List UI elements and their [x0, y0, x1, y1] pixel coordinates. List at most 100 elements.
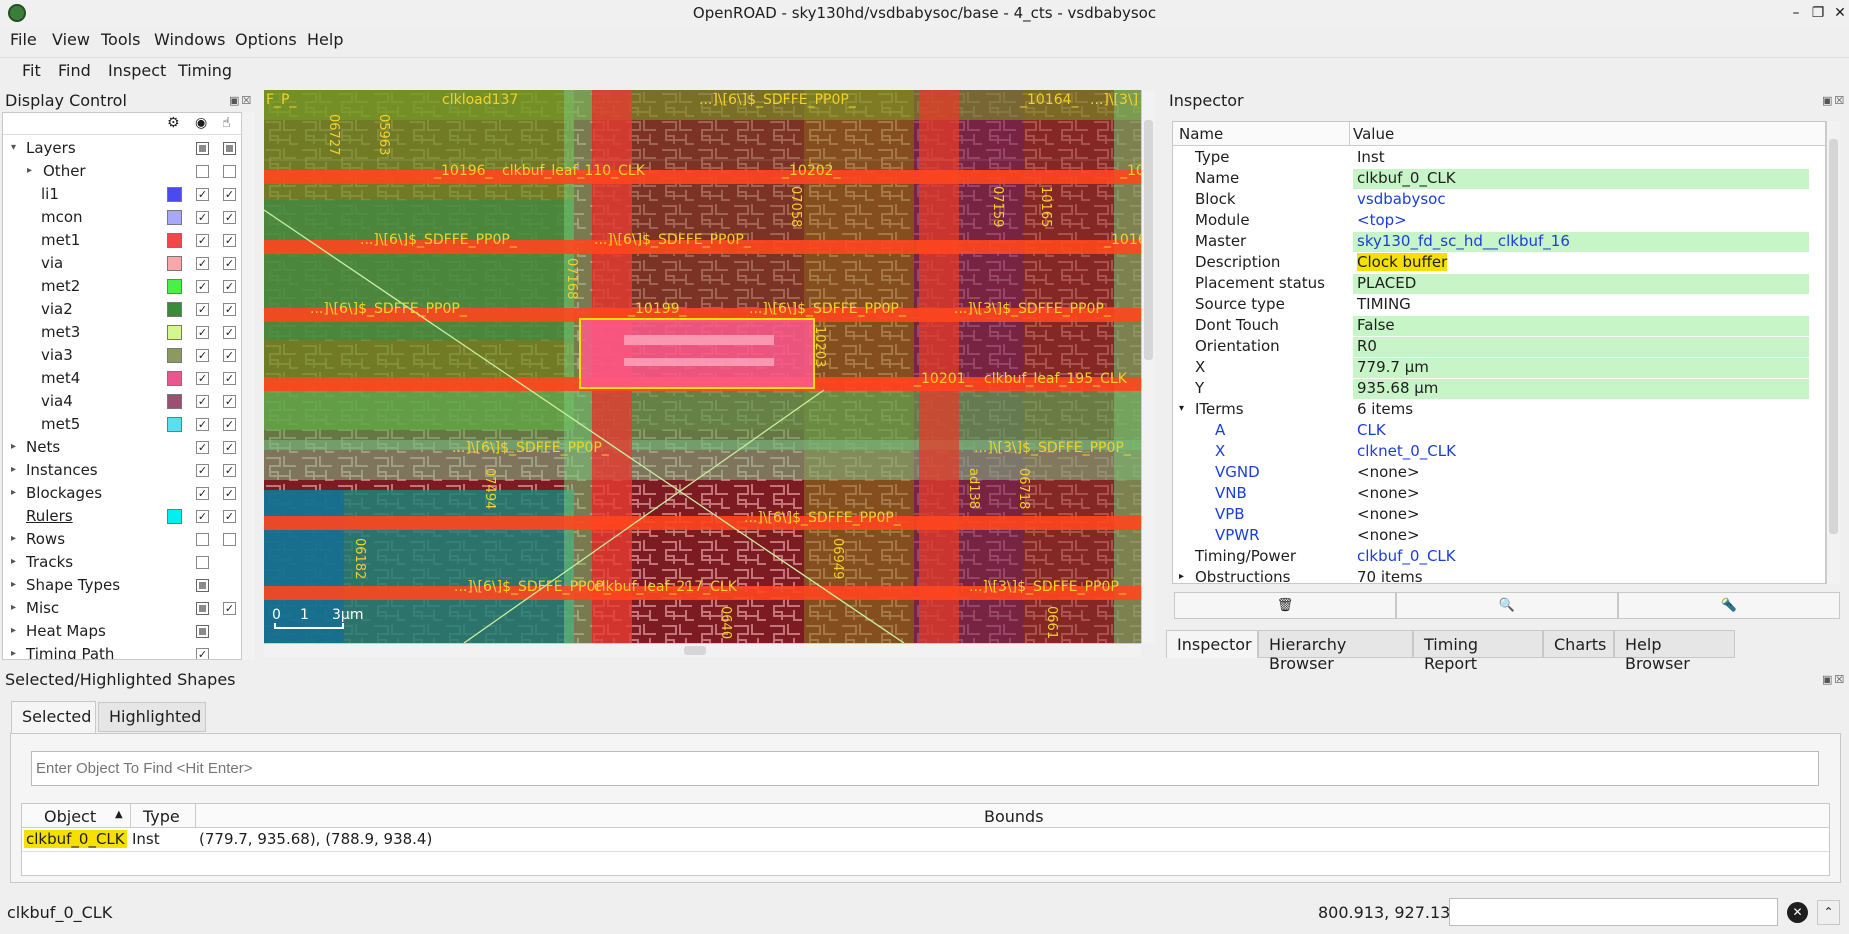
scrollbar-thumb[interactable] [684, 646, 706, 655]
visibility-checkbox[interactable] [196, 533, 209, 546]
visibility-checkbox[interactable] [196, 579, 209, 592]
inspector-row[interactable]: ▾ ITerms 6 items [1173, 399, 1825, 420]
layout-canvas[interactable] [264, 90, 1141, 643]
visibility-checkbox[interactable]: ✓ [196, 280, 209, 293]
inspector-row[interactable]: Master sky130_fd_sc_hd__clkbuf_16 [1173, 231, 1825, 252]
dock-float-close-icon[interactable]: ▣☒ [1822, 94, 1846, 107]
display-control-row[interactable]: via4 ✓ ✓ [3, 390, 247, 413]
display-control-row[interactable]: met5 ✓ ✓ [3, 413, 247, 436]
selectable-checkbox[interactable]: ✓ [223, 257, 236, 270]
restore-icon[interactable]: ❐ [1809, 4, 1827, 22]
display-control-row[interactable]: via ✓ ✓ [3, 252, 247, 275]
column-header-type[interactable]: Type [143, 807, 180, 826]
tab-highlighted[interactable]: Highlighted [98, 702, 206, 732]
display-control-row[interactable]: Rulers ✓ ✓ [3, 505, 247, 528]
find-button[interactable]: Find [58, 61, 91, 80]
selectable-checkbox[interactable] [223, 533, 236, 546]
display-control-row[interactable]: li1 ✓ ✓ [3, 183, 247, 206]
selectable-checkbox[interactable]: ✓ [223, 280, 236, 293]
visibility-checkbox[interactable]: ✓ [196, 257, 209, 270]
display-control-row[interactable]: via3 ✓ ✓ [3, 344, 247, 367]
inspect-button[interactable]: Inspect [108, 61, 166, 80]
column-header-object[interactable]: Object [44, 807, 96, 826]
fit-button[interactable]: Fit [22, 61, 41, 80]
close-icon[interactable]: ✕ [1831, 4, 1849, 22]
menu-tools[interactable]: Tools [101, 30, 140, 49]
menu-options[interactable]: Options [235, 30, 297, 49]
object-cell[interactable]: clkbuf_0_CLK [24, 830, 127, 848]
display-control-row[interactable]: ▸ Shape Types [3, 574, 247, 597]
selectable-checkbox[interactable]: ✓ [223, 372, 236, 385]
display-control-row[interactable]: met4 ✓ ✓ [3, 367, 247, 390]
selectable-checkbox[interactable]: ✓ [223, 464, 236, 477]
visibility-checkbox[interactable]: ✓ [196, 441, 209, 454]
expand-arrow-icon[interactable]: ▸ [11, 464, 16, 475]
inspector-row[interactable]: VNB <none> [1173, 483, 1825, 504]
delete-button[interactable]: 🗑 [1174, 592, 1396, 619]
property-value[interactable]: sky130_fd_sc_hd__clkbuf_16 [1353, 232, 1809, 252]
command-input[interactable] [1449, 898, 1778, 926]
inspector-scrollbar[interactable] [1826, 121, 1840, 584]
scrollbar-thumb[interactable] [1144, 120, 1153, 360]
layout-vertical-scrollbar[interactable] [1141, 90, 1155, 643]
display-control-row[interactable]: ▸ Tracks [3, 551, 247, 574]
expand-arrow-icon[interactable]: ▸ [11, 579, 16, 590]
visibility-checkbox[interactable]: ✓ [196, 303, 209, 316]
menu-help[interactable]: Help [307, 30, 343, 49]
selectable-checkbox[interactable]: ✓ [223, 326, 236, 339]
expand-arrow-icon[interactable]: ▸ [11, 441, 16, 452]
inspector-row[interactable]: Type Inst [1173, 147, 1825, 168]
inspector-row[interactable]: Dont Touch False [1173, 315, 1825, 336]
display-control-row[interactable]: ▸ Blockages ✓ ✓ [3, 482, 247, 505]
layer-color-swatch[interactable] [167, 394, 182, 409]
selectable-checkbox[interactable] [223, 142, 236, 155]
display-control-row[interactable]: ▾ Layers [3, 137, 247, 160]
expand-arrow-icon[interactable]: ▸ [11, 487, 16, 498]
collapse-arrow-icon[interactable]: ▾ [11, 142, 16, 153]
selectable-checkbox[interactable]: ✓ [223, 418, 236, 431]
visibility-checkbox[interactable]: ✓ [196, 211, 209, 224]
selectable-checkbox[interactable]: ✓ [223, 395, 236, 408]
menu-view[interactable]: View [52, 30, 90, 49]
selectable-checkbox[interactable]: ✓ [223, 602, 236, 615]
layer-color-swatch[interactable] [167, 371, 182, 386]
inspector-row[interactable]: VGND <none> [1173, 462, 1825, 483]
zoom-to-button[interactable]: 🔍 [1396, 592, 1618, 619]
selectable-checkbox[interactable]: ✓ [223, 441, 236, 454]
inspector-row[interactable]: VPB <none> [1173, 504, 1825, 525]
expand-arrow-icon[interactable]: ▸ [11, 533, 16, 544]
display-control-row[interactable]: met1 ✓ ✓ [3, 229, 247, 252]
timing-button[interactable]: Timing [178, 61, 232, 80]
visibility-checkbox[interactable]: ✓ [196, 372, 209, 385]
display-control-row[interactable]: ▸ Instances ✓ ✓ [3, 459, 247, 482]
display-control-row[interactable]: ▸ Heat Maps [3, 620, 247, 643]
expand-icon[interactable]: ⌃ [1817, 900, 1840, 925]
visibility-checkbox[interactable]: ✓ [196, 234, 209, 247]
layer-color-swatch[interactable] [167, 279, 182, 294]
layer-color-swatch[interactable] [167, 348, 182, 363]
inspector-row[interactable]: Y 935.68 µm [1173, 378, 1825, 399]
selectable-checkbox[interactable]: ✓ [223, 211, 236, 224]
selectable-checkbox[interactable]: ✓ [223, 487, 236, 500]
expand-arrow-icon[interactable]: ▸ [11, 648, 16, 659]
layout-viewer[interactable]: F_P_ clkload137 ...]\[6\]$_SDFFE_PP0P_ _… [264, 90, 1141, 643]
layer-color-swatch[interactable] [167, 302, 182, 317]
table-row[interactable]: clkbuf_0_CLK Inst (779.7, 935.68), (788.… [22, 828, 1829, 852]
menu-file[interactable]: File [10, 30, 37, 49]
visibility-checkbox[interactable]: ✓ [196, 487, 209, 500]
inspector-row[interactable]: X 779.7 µm [1173, 357, 1825, 378]
visibility-checkbox[interactable] [196, 625, 209, 638]
visibility-checkbox[interactable]: ✓ [196, 326, 209, 339]
tab-hierarchy-browser[interactable]: Hierarchy Browser [1258, 630, 1413, 673]
tab-selected[interactable]: Selected [11, 701, 96, 733]
inspector-row[interactable]: ▸ Obstructions 70 items [1173, 567, 1825, 583]
display-control-scrollbar[interactable] [241, 112, 255, 660]
inspector-row[interactable]: VPWR <none> [1173, 525, 1825, 546]
tab-timing-report[interactable]: Timing Report [1413, 630, 1543, 673]
clear-icon[interactable]: ✕ [1787, 902, 1808, 923]
display-control-row[interactable]: ▸ Other [3, 160, 247, 183]
inspector-row[interactable]: Timing/Power clkbuf_0_CLK [1173, 546, 1825, 567]
display-control-row[interactable]: mcon ✓ ✓ [3, 206, 247, 229]
layer-color-swatch[interactable] [167, 509, 182, 524]
selectable-checkbox[interactable]: ✓ [223, 188, 236, 201]
